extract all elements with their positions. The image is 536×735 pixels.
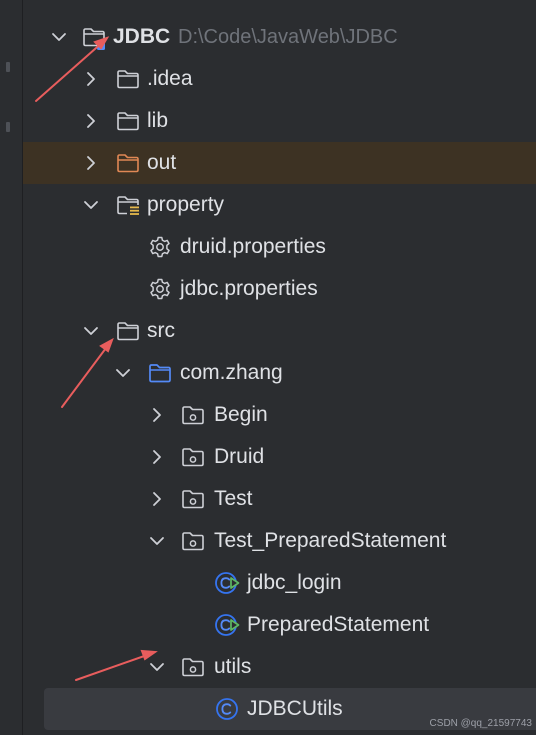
- tree-node-property[interactable]: property: [23, 184, 536, 226]
- tree-node-src[interactable]: src: [23, 310, 536, 352]
- root-project-name: JDBC: [113, 25, 171, 48]
- root-project-path: D:\Code\JavaWeb\JDBC: [178, 26, 398, 48]
- watermark: CSDN @qq_21597743: [429, 718, 532, 729]
- tree-node-label: PreparedStatement: [247, 613, 430, 636]
- tree-node-test-preparedstatement[interactable]: Test_PreparedStatement: [23, 520, 536, 562]
- module-badge-icon: [97, 42, 105, 50]
- tree-node-utils[interactable]: utils: [23, 646, 536, 688]
- tree-node-druid-properties[interactable]: druid.properties: [23, 226, 536, 268]
- folder-icon: [115, 66, 141, 92]
- project-tree: JDBC D:\Code\JavaWeb\JDBC .idea lib out …: [23, 0, 536, 735]
- tree-node-label: Test_PreparedStatement: [214, 529, 447, 552]
- package-icon: [180, 654, 206, 680]
- tree-node-label: Begin: [214, 403, 268, 426]
- tree-node-label: utils: [214, 655, 252, 678]
- chevron-down-icon[interactable]: [49, 27, 69, 47]
- chevron-right-icon[interactable]: [147, 447, 167, 467]
- tree-node-label: jdbc.properties: [180, 277, 318, 300]
- package-icon: [180, 528, 206, 554]
- tree-node-label: lib: [147, 109, 169, 132]
- chevron-down-icon[interactable]: [147, 531, 167, 551]
- strip-marker: [6, 62, 10, 72]
- strip-marker: [6, 122, 10, 132]
- package-icon: [180, 402, 206, 428]
- chevron-right-icon[interactable]: [147, 405, 167, 425]
- tree-node-label: Test: [214, 487, 253, 510]
- tree-node-label: com.zhang: [180, 361, 283, 384]
- tree-node-begin[interactable]: Begin: [23, 394, 536, 436]
- chevron-down-icon[interactable]: [81, 321, 101, 341]
- package-icon: [180, 444, 206, 470]
- tree-node-out[interactable]: out: [23, 142, 536, 184]
- resource-folder-icon: [115, 192, 141, 218]
- tree-node-label: jdbc_login: [247, 571, 342, 594]
- chevron-right-icon[interactable]: [147, 489, 167, 509]
- package-icon: [147, 360, 173, 386]
- tree-node-label: druid.properties: [180, 235, 326, 258]
- tree-node-lib[interactable]: lib: [23, 100, 536, 142]
- tree-node-label: JDBCUtils: [247, 697, 343, 720]
- gear-icon: [147, 276, 173, 302]
- chevron-down-icon[interactable]: [113, 363, 133, 383]
- runnable-class-icon: [214, 612, 240, 638]
- package-icon: [180, 486, 206, 512]
- chevron-down-icon[interactable]: [147, 657, 167, 677]
- tool-window-strip: [0, 0, 23, 735]
- tree-node-druid[interactable]: Druid: [23, 436, 536, 478]
- tree-node-com-zhang[interactable]: com.zhang: [23, 352, 536, 394]
- tree-node-idea[interactable]: .idea: [23, 58, 536, 100]
- tree-node-preparedstatement[interactable]: PreparedStatement: [23, 604, 536, 646]
- tree-node-label: out: [147, 151, 177, 174]
- chevron-right-icon[interactable]: [81, 111, 101, 131]
- excluded-folder-icon: [115, 150, 141, 176]
- tree-node-jdbc-properties[interactable]: jdbc.properties: [23, 268, 536, 310]
- folder-icon: [115, 108, 141, 134]
- chevron-right-icon[interactable]: [81, 69, 101, 89]
- tree-node-label: src: [147, 319, 175, 342]
- chevron-down-icon[interactable]: [81, 195, 101, 215]
- gear-icon: [147, 234, 173, 260]
- tree-node-jdbc-login[interactable]: jdbc_login: [23, 562, 536, 604]
- class-icon: [214, 696, 240, 722]
- tree-node-test[interactable]: Test: [23, 478, 536, 520]
- folder-icon: [115, 318, 141, 344]
- runnable-class-icon: [214, 570, 240, 596]
- tree-node-label: .idea: [147, 67, 193, 90]
- tree-node-label: Druid: [214, 445, 265, 468]
- tree-node-jdbc-root[interactable]: JDBC D:\Code\JavaWeb\JDBC: [23, 16, 536, 58]
- tree-node-label: property: [147, 193, 225, 216]
- chevron-right-icon[interactable]: [81, 153, 101, 173]
